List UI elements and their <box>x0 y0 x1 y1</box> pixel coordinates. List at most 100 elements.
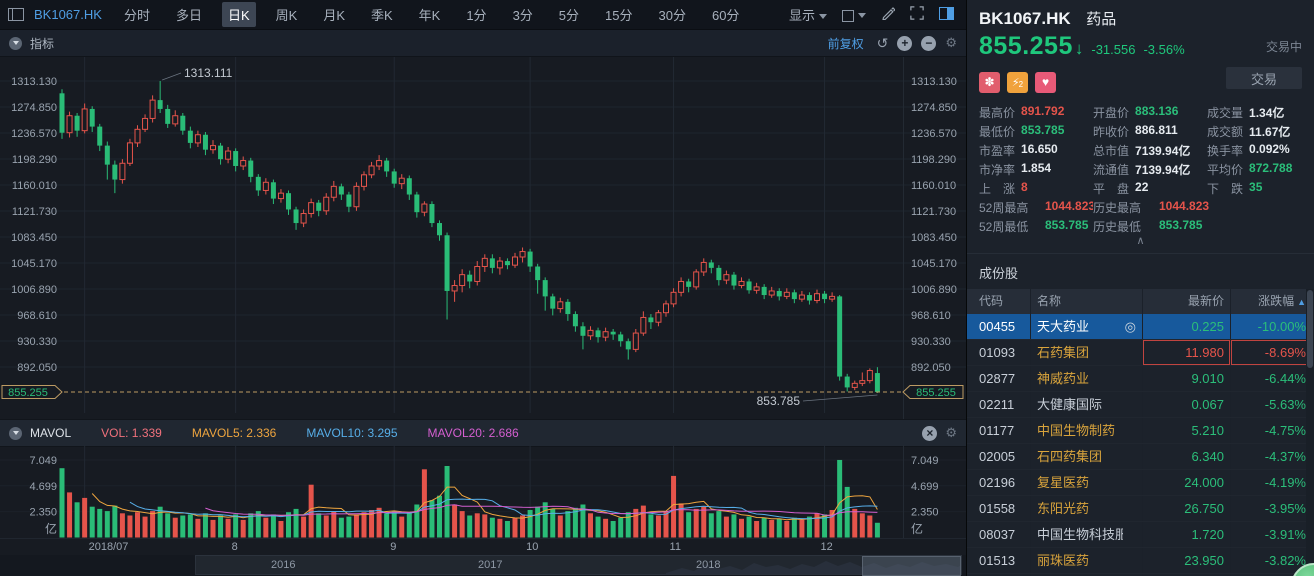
svg-text:2.350: 2.350 <box>29 507 57 519</box>
column-header-最新价[interactable]: 最新价 <box>1142 289 1230 314</box>
volume-chart[interactable]: 7.0497.0494.6994.6992.3502.350亿亿 <box>0 445 966 538</box>
indicator-label[interactable]: 指标 <box>30 35 54 52</box>
column-header-涨跌幅[interactable]: 涨跌幅▲ <box>1230 289 1314 314</box>
sort-asc-icon: ▲ <box>1297 297 1306 307</box>
time-axis-label: 10 <box>526 541 538 553</box>
collapse-stats-icon[interactable]: ∧ <box>967 236 1314 249</box>
indicator-bar: 指标 前复权 ↺ + − ⚙ <box>0 30 966 57</box>
stock-code: 02877 <box>967 366 1030 391</box>
fullscreen-icon[interactable] <box>910 6 924 23</box>
constituent-row-01513[interactable]: 01513丽珠医药23.950-3.82% <box>967 548 1314 574</box>
constituent-row-08037[interactable]: 08037中国生物科技服务1.720-3.91% <box>967 522 1314 548</box>
table-scrollbar[interactable] <box>1306 289 1314 576</box>
stat-开盘价: 开盘价883.136 <box>1093 104 1207 121</box>
time-axis: 2018/0789101112 <box>0 538 966 556</box>
constituent-row-01558[interactable]: 01558东阳光药26.750-3.95% <box>967 496 1314 522</box>
constituent-row-02005[interactable]: 02005石四药集团6.340-4.37% <box>967 444 1314 470</box>
timeline-preview <box>196 556 961 574</box>
stock-change-percent: -6.44% <box>1230 366 1314 391</box>
svg-text:1006.890: 1006.890 <box>911 284 957 296</box>
constituent-row-01093[interactable]: 01093石药集团11.980-8.69% <box>967 340 1314 366</box>
favorite-icon[interactable]: ♥ <box>1035 72 1056 93</box>
period-tab-周K[interactable]: 周K <box>270 2 304 27</box>
display-dropdown[interactable]: 显示 <box>789 5 827 24</box>
stock-price: 26.750 <box>1142 496 1230 521</box>
stock-name: 大健康国际 <box>1030 392 1142 417</box>
timeline-year-label: 2016 <box>271 559 295 571</box>
stock-change-percent: -8.69% <box>1230 340 1314 365</box>
constituent-row-01177[interactable]: 01177中国生物制药5.210-4.75% <box>967 418 1314 444</box>
svg-text:853.785: 853.785 <box>757 394 801 408</box>
forward-adjust-link[interactable]: 前复权 <box>828 35 864 52</box>
stat-最低价: 最低价853.785 <box>979 123 1093 140</box>
period-tab-60分[interactable]: 60分 <box>706 2 745 27</box>
panel-toggle-icon[interactable] <box>939 7 954 23</box>
sidebar-toggle-icon[interactable] <box>8 8 24 21</box>
chart-style-dropdown[interactable] <box>842 7 866 22</box>
timeline-track[interactable]: 201620172018 <box>195 555 962 575</box>
volume-indicator-title[interactable]: MAVOL <box>30 426 71 440</box>
period-tab-3分[interactable]: 3分 <box>507 2 539 27</box>
close-indicator-icon[interactable]: × <box>922 426 937 441</box>
period-tab-月K[interactable]: 月K <box>317 2 351 27</box>
stock-change-percent: -10.00% <box>1230 314 1314 339</box>
constituent-row-02211[interactable]: 02211大健康国际0.067-5.63% <box>967 392 1314 418</box>
svg-text:4.699: 4.699 <box>911 481 939 493</box>
time-axis-label: 12 <box>821 541 833 553</box>
stat-市净率: 市净率1.854 <box>979 161 1093 178</box>
constituent-row-02196[interactable]: 02196复星医药24.000-4.19% <box>967 470 1314 496</box>
chart-settings-icon[interactable]: ⚙ <box>945 35 957 51</box>
stat-昨收价: 昨收价886.811 <box>1093 123 1207 140</box>
stock-price: 24.000 <box>1142 470 1230 495</box>
draw-tool-icon[interactable] <box>881 6 895 23</box>
period-tab-年K[interactable]: 年K <box>413 2 447 27</box>
stock-price: 6.340 <box>1142 444 1230 469</box>
stat-历史最低: 历史最低853.785 <box>1093 218 1302 235</box>
timeline-selection[interactable] <box>862 556 961 576</box>
chevron-down-icon <box>858 13 866 18</box>
indicator-collapse-icon[interactable] <box>9 37 22 50</box>
period-tab-日K[interactable]: 日K <box>222 2 256 27</box>
volume-settings-icon[interactable]: ⚙ <box>945 425 957 441</box>
period-tab-15分[interactable]: 15分 <box>599 2 638 27</box>
candlestick-chart[interactable]: 1313.1301313.1301274.8501274.8501236.570… <box>0 57 966 419</box>
scrollbar-thumb[interactable] <box>1307 290 1313 368</box>
period-tab-30分[interactable]: 30分 <box>653 2 692 27</box>
legend-mavol20: MAVOL20: 2.686 <box>428 426 519 440</box>
svg-text:930.330: 930.330 <box>911 336 951 348</box>
constituent-row-00455[interactable]: 00455天大药业◎0.225-10.00% <box>967 314 1314 340</box>
chevron-down-icon <box>819 14 827 19</box>
period-tab-多日[interactable]: 多日 <box>170 2 208 27</box>
stock-price: 11.980 <box>1142 340 1230 365</box>
stat-平 盘: 平 盘22 <box>1093 180 1207 197</box>
svg-text:亿: 亿 <box>45 521 57 536</box>
time-axis-label: 2018/07 <box>89 541 129 553</box>
period-tab-1分[interactable]: 1分 <box>460 2 492 27</box>
symbol-code[interactable]: BK1067.HK <box>34 7 102 22</box>
stock-change-percent: -4.75% <box>1230 418 1314 443</box>
level2-quotes-icon[interactable]: ⚡2 <box>1007 72 1028 93</box>
chart-region: BK1067.HK 分时多日日K周K月K季K年K1分3分5分15分30分60分 … <box>0 0 966 576</box>
stat-总市值: 总市值7139.94亿 <box>1093 142 1207 159</box>
svg-text:1313.130: 1313.130 <box>911 76 957 88</box>
svg-text:7.049: 7.049 <box>911 455 939 467</box>
period-tab-季K[interactable]: 季K <box>365 2 399 27</box>
svg-text:1198.290: 1198.290 <box>911 154 956 166</box>
period-tab-5分[interactable]: 5分 <box>553 2 585 27</box>
stock-price: 0.067 <box>1142 392 1230 417</box>
constituent-row-02877[interactable]: 02877神威药业9.010-6.44% <box>967 366 1314 392</box>
zoom-out-icon[interactable]: − <box>921 36 936 51</box>
last-price: 855.255 <box>979 32 1073 61</box>
column-header-代码[interactable]: 代码 <box>967 289 1030 314</box>
zoom-in-icon[interactable]: + <box>897 36 912 51</box>
svg-text:892.050: 892.050 <box>17 362 57 374</box>
badge-row: ✽ ⚡2 ♥ 交易 <box>967 61 1314 95</box>
stock-change-percent: -4.37% <box>1230 444 1314 469</box>
svg-text:1121.730: 1121.730 <box>911 206 956 218</box>
undo-icon[interactable]: ↺ <box>877 36 889 50</box>
column-header-名称[interactable]: 名称 <box>1030 289 1142 314</box>
period-tab-分时[interactable]: 分时 <box>118 2 156 27</box>
stat-市盈率: 市盈率16.650 <box>979 142 1093 159</box>
volume-collapse-icon[interactable] <box>9 427 22 440</box>
trade-button[interactable]: 交易 <box>1226 67 1302 89</box>
